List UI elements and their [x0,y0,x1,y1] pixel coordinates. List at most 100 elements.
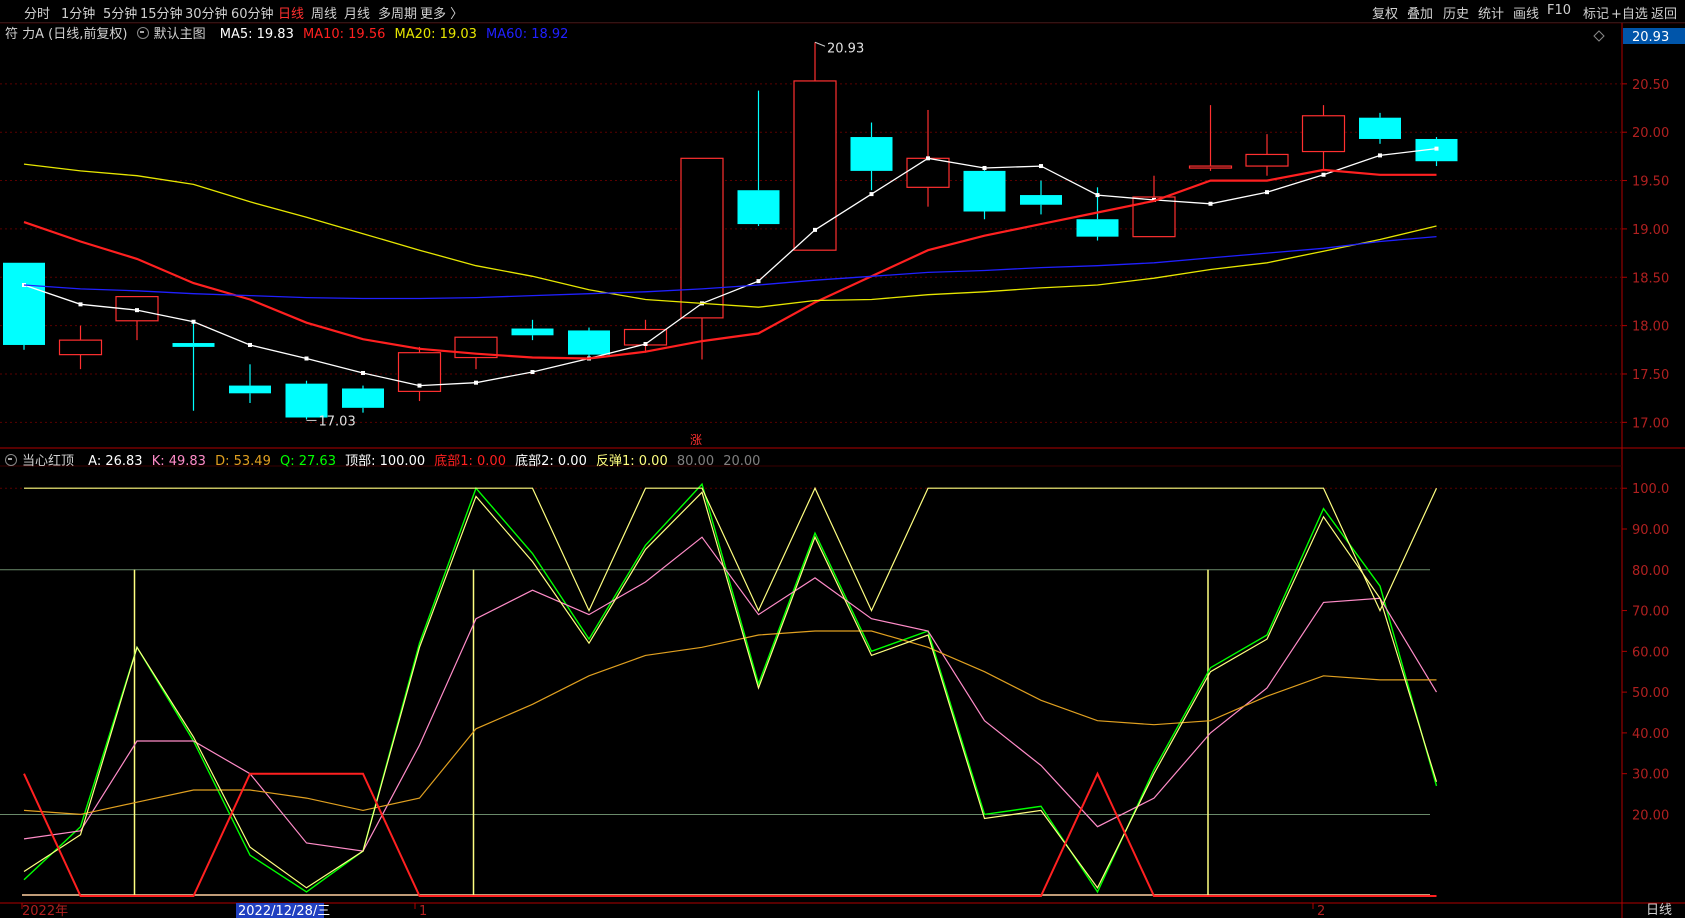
candle-body-down [963,170,1006,212]
candle [229,364,271,403]
sub-ytick-label: 20.00 [1632,808,1669,823]
candle-body-up [793,80,837,251]
candle-body-down [1020,195,1062,205]
ma5-marker [1265,190,1269,195]
candle-body-up [906,157,950,188]
ma-line-ma20 [23,163,1437,308]
diamond-icon [1593,30,1605,42]
indicator-name[interactable]: 当心红顶 [5,454,79,469]
top-value: 顶部: 100.00 [345,454,426,469]
ma5-marker [417,383,422,388]
candle-body-down [850,137,893,171]
candle [680,157,724,360]
main-ytick-label: 17.00 [1632,416,1669,431]
sub-chart-info: 当心红顶 A: 26.83 K: 49.83 D: 53.49 Q: 27.63… [5,450,765,469]
a-value: A: 26.83 [88,454,143,469]
candle [963,168,1006,220]
ma5-marker [1208,201,1213,206]
sub-line-D [23,630,1437,816]
candle [115,296,159,341]
candle [793,42,837,251]
candle [3,262,45,350]
candle-body-up [1188,165,1233,169]
min-price-label: 17.03 [319,414,356,429]
zhang-tag: 涨 [690,432,702,447]
sub-ytick-label: 30.00 [1632,768,1669,783]
candle [397,346,442,402]
xtick-2: 2 [1317,904,1325,918]
ma5-marker [1378,153,1382,158]
candle [342,385,384,413]
candle-body-down [568,330,610,355]
sub-ytick-label: 90.00 [1632,523,1669,538]
ma20-value: MA20: 19.03 [394,27,477,42]
sub-ytick-label: 70.00 [1632,605,1669,620]
candle [58,325,103,370]
ma5-marker [1039,164,1043,169]
main-ytick-label: 19.00 [1632,223,1669,238]
candle-body-down [511,328,554,336]
bottom1-value: 底部1: 0.00 [434,454,506,469]
candle [1188,105,1233,171]
ma5-marker [1321,172,1326,177]
rebound-value: 反弹1: 0.00 [596,454,668,469]
xtick-1: 1 [419,904,427,918]
ma5-marker [982,165,987,170]
candle-body-down [229,385,271,394]
ma5-marker [474,380,478,385]
sub-ytick-label: 80.00 [1632,564,1669,579]
candle-body-up [680,157,724,319]
sub-line-A [23,482,1438,894]
bottom2-value: 底部2: 0.00 [515,454,587,469]
sub-line-底部1 [23,771,1437,897]
candle-body-up [1301,115,1346,153]
candle-body-down [1359,117,1401,139]
ma5-marker [78,302,83,307]
main-chart-info: 符 力A (日线,前复权) 默认主图 MA5: 19.83 MA10: 19.5… [5,23,573,42]
template-name: 默认主图 [153,27,206,42]
max-pointer [814,41,826,47]
candle [1132,175,1176,238]
candle-body-down [172,343,215,347]
ma5-marker [1434,146,1439,151]
ma5-marker [756,279,761,284]
indicator-title: 当心红顶 [22,454,75,469]
main-ytick-label: 18.00 [1632,320,1669,335]
sub-line-Q [23,491,1438,889]
ma-line-ma5 [23,147,1437,387]
candle-body-down [285,383,328,418]
template-label[interactable]: 默认主图 [136,27,211,42]
sub-ytick-label: 50.00 [1632,686,1669,701]
candle-body-up [58,339,103,356]
ma5-marker [248,342,252,347]
ma5-marker [530,370,535,375]
price-tag: 20.93 [1632,30,1669,45]
sub-ytick-label: 100.0 [1632,482,1669,497]
candle-body-down [342,388,384,408]
candle-body-up [1245,153,1289,167]
ma60-value: MA60: 18.92 [486,27,569,42]
max-price-label: 20.93 [827,41,864,56]
main-ytick-label: 17.50 [1632,368,1669,383]
ma5-marker [643,341,648,346]
stock-title: 符 力A (日线,前复权) [5,27,128,42]
candle [737,90,780,227]
d-value: D: 53.49 [215,454,271,469]
ma5-marker [135,308,139,313]
settings-icon [5,454,17,466]
ma5-value: MA5: 19.83 [219,27,294,42]
ma5-marker [926,156,930,161]
main-ytick-label: 19.50 [1632,175,1669,190]
candle [1415,137,1458,167]
ma-line-ma10 [23,168,1437,360]
ma5-marker [1095,193,1100,198]
main-ytick-label: 20.00 [1632,126,1669,141]
settings-icon [136,27,149,39]
main-ytick-label: 20.50 [1632,78,1669,93]
q-value: Q: 27.63 [280,454,336,469]
candle-body-down [3,262,45,345]
candle [1245,134,1289,176]
main-ytick-label: 18.50 [1632,271,1669,286]
candle-body-down [737,190,780,225]
ma5-marker [869,192,874,197]
